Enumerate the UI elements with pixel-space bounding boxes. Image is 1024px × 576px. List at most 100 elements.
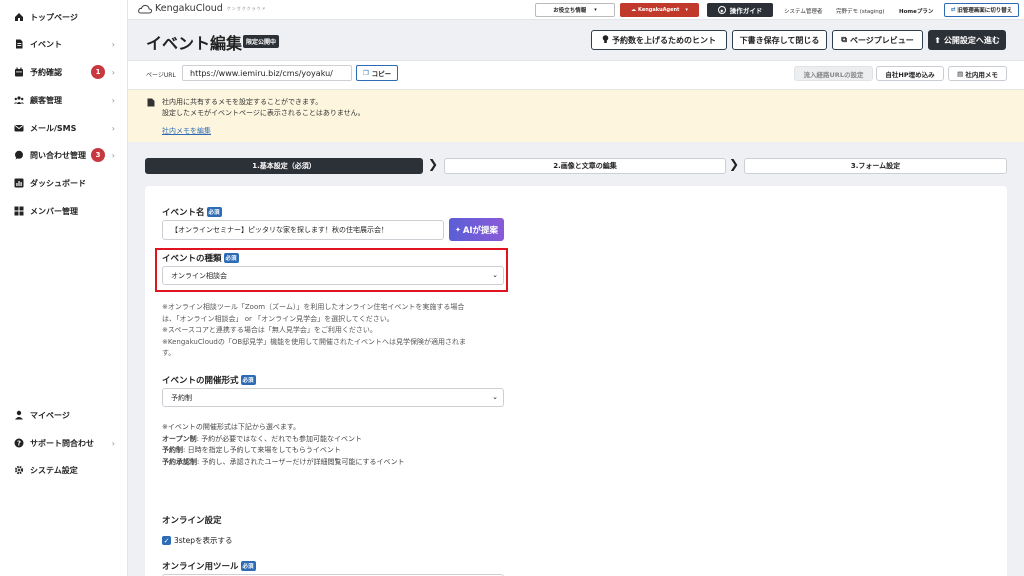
hint-button[interactable]: 予約数を上げるためのヒント [591, 30, 727, 50]
inflow-url-label: 流入経路URLの設定 [803, 70, 864, 79]
save-draft-button[interactable]: 下書き保存して閉じる [732, 30, 827, 50]
memo-line-2: 設定したメモがイベントページに表示されることはありません。 [162, 109, 365, 117]
publish-settings-label: 公開設定へ進む [943, 35, 1000, 45]
publish-settings-button[interactable]: ⬆ 公開設定へ進む [928, 30, 1006, 50]
save-draft-label: 下書き保存して閉じる [739, 35, 820, 45]
required-tag: 必須 [223, 253, 239, 263]
upload-icon: ⬆ [934, 35, 941, 45]
sidebar-item-top[interactable]: トップページ [14, 10, 115, 24]
user-role: システム管理者 [784, 9, 823, 15]
sidebar-item-customers[interactable]: 顧客管理 › [14, 93, 115, 107]
chat-icon [14, 150, 24, 160]
event-type-select[interactable]: オンライン相談会 ⌄ [162, 266, 504, 285]
event-name-input[interactable]: 【オンラインセミナー】ピッタリな家を探します！秋の住宅展示会！ [162, 220, 444, 240]
sidebar-item-label: トップページ [30, 12, 78, 22]
sidebar-item-event[interactable]: イベント › [14, 37, 115, 51]
copy-button-label: コピー [371, 70, 392, 78]
calendar-icon [14, 67, 24, 77]
guide-button-label: 操作ガイド [729, 7, 763, 15]
sidebar-item-dashboard[interactable]: ダッシュボード [14, 176, 115, 190]
step-form[interactable]: 3.フォーム設定 [744, 158, 1007, 174]
page-title: イベント編集 [146, 34, 243, 53]
sidebar-item-reservation[interactable]: 予約確認 1 › [14, 65, 115, 79]
info-dropdown[interactable]: お役立ち情報 ▾ [535, 3, 615, 17]
ai-suggest-button[interactable]: ✦ AIが提案 [449, 218, 504, 241]
memo-doc-icon [147, 98, 155, 109]
copy-icon: ❐ [362, 69, 369, 77]
note-line: は、「オンライン相談会」 or 「オンライン見学会」を選択してください。 [162, 314, 394, 323]
copy-button[interactable]: ❐ コピー [356, 65, 398, 81]
agent-dropdown[interactable]: ☁ KengakuAgent ▾ [620, 3, 699, 17]
sidebar-item-label: 予約確認 [30, 67, 62, 77]
top-bar: KengakuCloud ケンガククラウド お役立ち情報 ▾ ☁ Kengaku… [128, 0, 1024, 20]
chevron-down-icon: ⌄ [492, 271, 498, 279]
note-term: オープン制 [162, 434, 197, 443]
note-term: 予約承認制 [162, 457, 197, 466]
memo-line-1: 社内用に共有するメモを設定することができます。 [162, 98, 323, 106]
switch-legacy-button[interactable]: ⇄ 旧管理画面に切り替え [944, 3, 1019, 17]
chevron-right-icon: › [111, 39, 115, 49]
chevron-down-icon: ⌄ [492, 393, 498, 401]
mail-icon [14, 123, 24, 133]
note-line: ※イベントの開催形式は下記から選べます。 [162, 423, 301, 431]
note-line: 予約制: 日時を指定し予約して来場をしてもらうイベント [162, 445, 507, 457]
required-tag: 必須 [206, 207, 222, 217]
grid-icon [14, 206, 24, 216]
sidebar-item-mypage[interactable]: マイページ [14, 408, 115, 422]
format-select[interactable]: 予約制 ⌄ [162, 388, 504, 407]
event-name-label: イベント名 必須 [162, 206, 222, 218]
online-tool-label-text: オンライン用ツール [162, 562, 239, 572]
note-line: す。 [162, 349, 176, 357]
preview-button-label: ページプレビュー [849, 35, 914, 45]
lightbulb-icon [602, 34, 609, 46]
sidebar-item-label: 顧客管理 [30, 95, 62, 105]
sidebar-item-label: イベント [30, 39, 62, 49]
step-basic[interactable]: 1.基本設定（必須） [145, 158, 423, 174]
memo-edit-link[interactable]: 社内メモを編集 [162, 126, 211, 136]
format-label: イベントの開催形式 必須 [162, 374, 256, 386]
sparkle-icon: ✦ [454, 225, 461, 234]
memo-button[interactable]: ▤ 社内用メモ [948, 66, 1007, 81]
url-label: ページURL [146, 72, 176, 79]
three-step-checkbox[interactable]: ✓ 3stepを表示する [162, 535, 233, 546]
required-tag: 必須 [240, 561, 256, 571]
chevron-right-icon: › [111, 67, 115, 77]
sidebar-item-label: システム設定 [30, 465, 78, 475]
event-type-notes: ※オンライン相談ツール「Zoom（ズーム）」を利用したオンライン住宅イベントを実… [162, 302, 507, 360]
step-image-text[interactable]: 2.画像と文章の編集 [444, 158, 726, 174]
sidebar-item-inquiries[interactable]: 問い合わせ管理 3 › [14, 148, 115, 162]
sidebar-item-support[interactable]: ? サポート問合わせ › [14, 436, 115, 450]
chevron-right-icon: ❯ [729, 157, 740, 171]
guide-button[interactable]: ◆ 操作ガイド [707, 3, 773, 17]
note-line: ※スペースコアと連携する場合は「無人見学会」をご利用ください。 [162, 326, 377, 334]
sidebar: トップページ イベント › 予約確認 1 › 顧客管理 › メール/SMS › … [0, 0, 128, 576]
plan-label: Homeプラン [899, 9, 934, 15]
cloud-icon [138, 4, 152, 13]
logo-text: KengakuCloud [155, 3, 223, 14]
url-field[interactable]: https://www.iemiru.biz/cms/yoyaku/ [182, 65, 352, 81]
online-settings-card [145, 495, 1007, 576]
chevron-right-icon: › [111, 150, 115, 160]
note-desc: : 予約が必要ではなく、だれでも参加可能なイベント [196, 434, 362, 443]
format-label-text: イベントの開催形式 [162, 376, 239, 386]
sidebar-item-label: 問い合わせ管理 [30, 150, 86, 160]
inflow-url-button[interactable]: 流入経路URLの設定 [794, 66, 873, 81]
embed-button-label: 自社HP埋め込み [885, 70, 935, 79]
note-desc: : 日時を指定し予約して来場をしてもらうイベント [183, 446, 341, 454]
chevron-right-icon: › [111, 95, 115, 105]
main-content: イベント編集 限定公開中 予約数を上げるためのヒント 下書き保存して閉じる ⧉ … [128, 20, 1024, 576]
hint-button-label: 予約数を上げるためのヒント [612, 35, 716, 45]
format-value: 予約制 [171, 393, 192, 402]
chevron-right-icon: › [111, 438, 115, 448]
event-type-label-text: イベントの種類 [162, 254, 222, 264]
sidebar-item-mail[interactable]: メール/SMS › [14, 121, 115, 135]
logo[interactable]: KengakuCloud ケンガククラウド [138, 3, 267, 14]
memo-icon: ▤ [957, 69, 964, 78]
sidebar-item-system-settings[interactable]: システム設定 [14, 463, 115, 477]
embed-button[interactable]: 自社HP埋め込み [876, 66, 944, 81]
info-dropdown-label: お役立ち情報 [553, 8, 587, 14]
document-icon [14, 39, 24, 49]
chevron-right-icon: › [111, 123, 115, 133]
preview-button[interactable]: ⧉ ページプレビュー [832, 30, 923, 50]
sidebar-item-members[interactable]: メンバー管理 [14, 204, 115, 218]
